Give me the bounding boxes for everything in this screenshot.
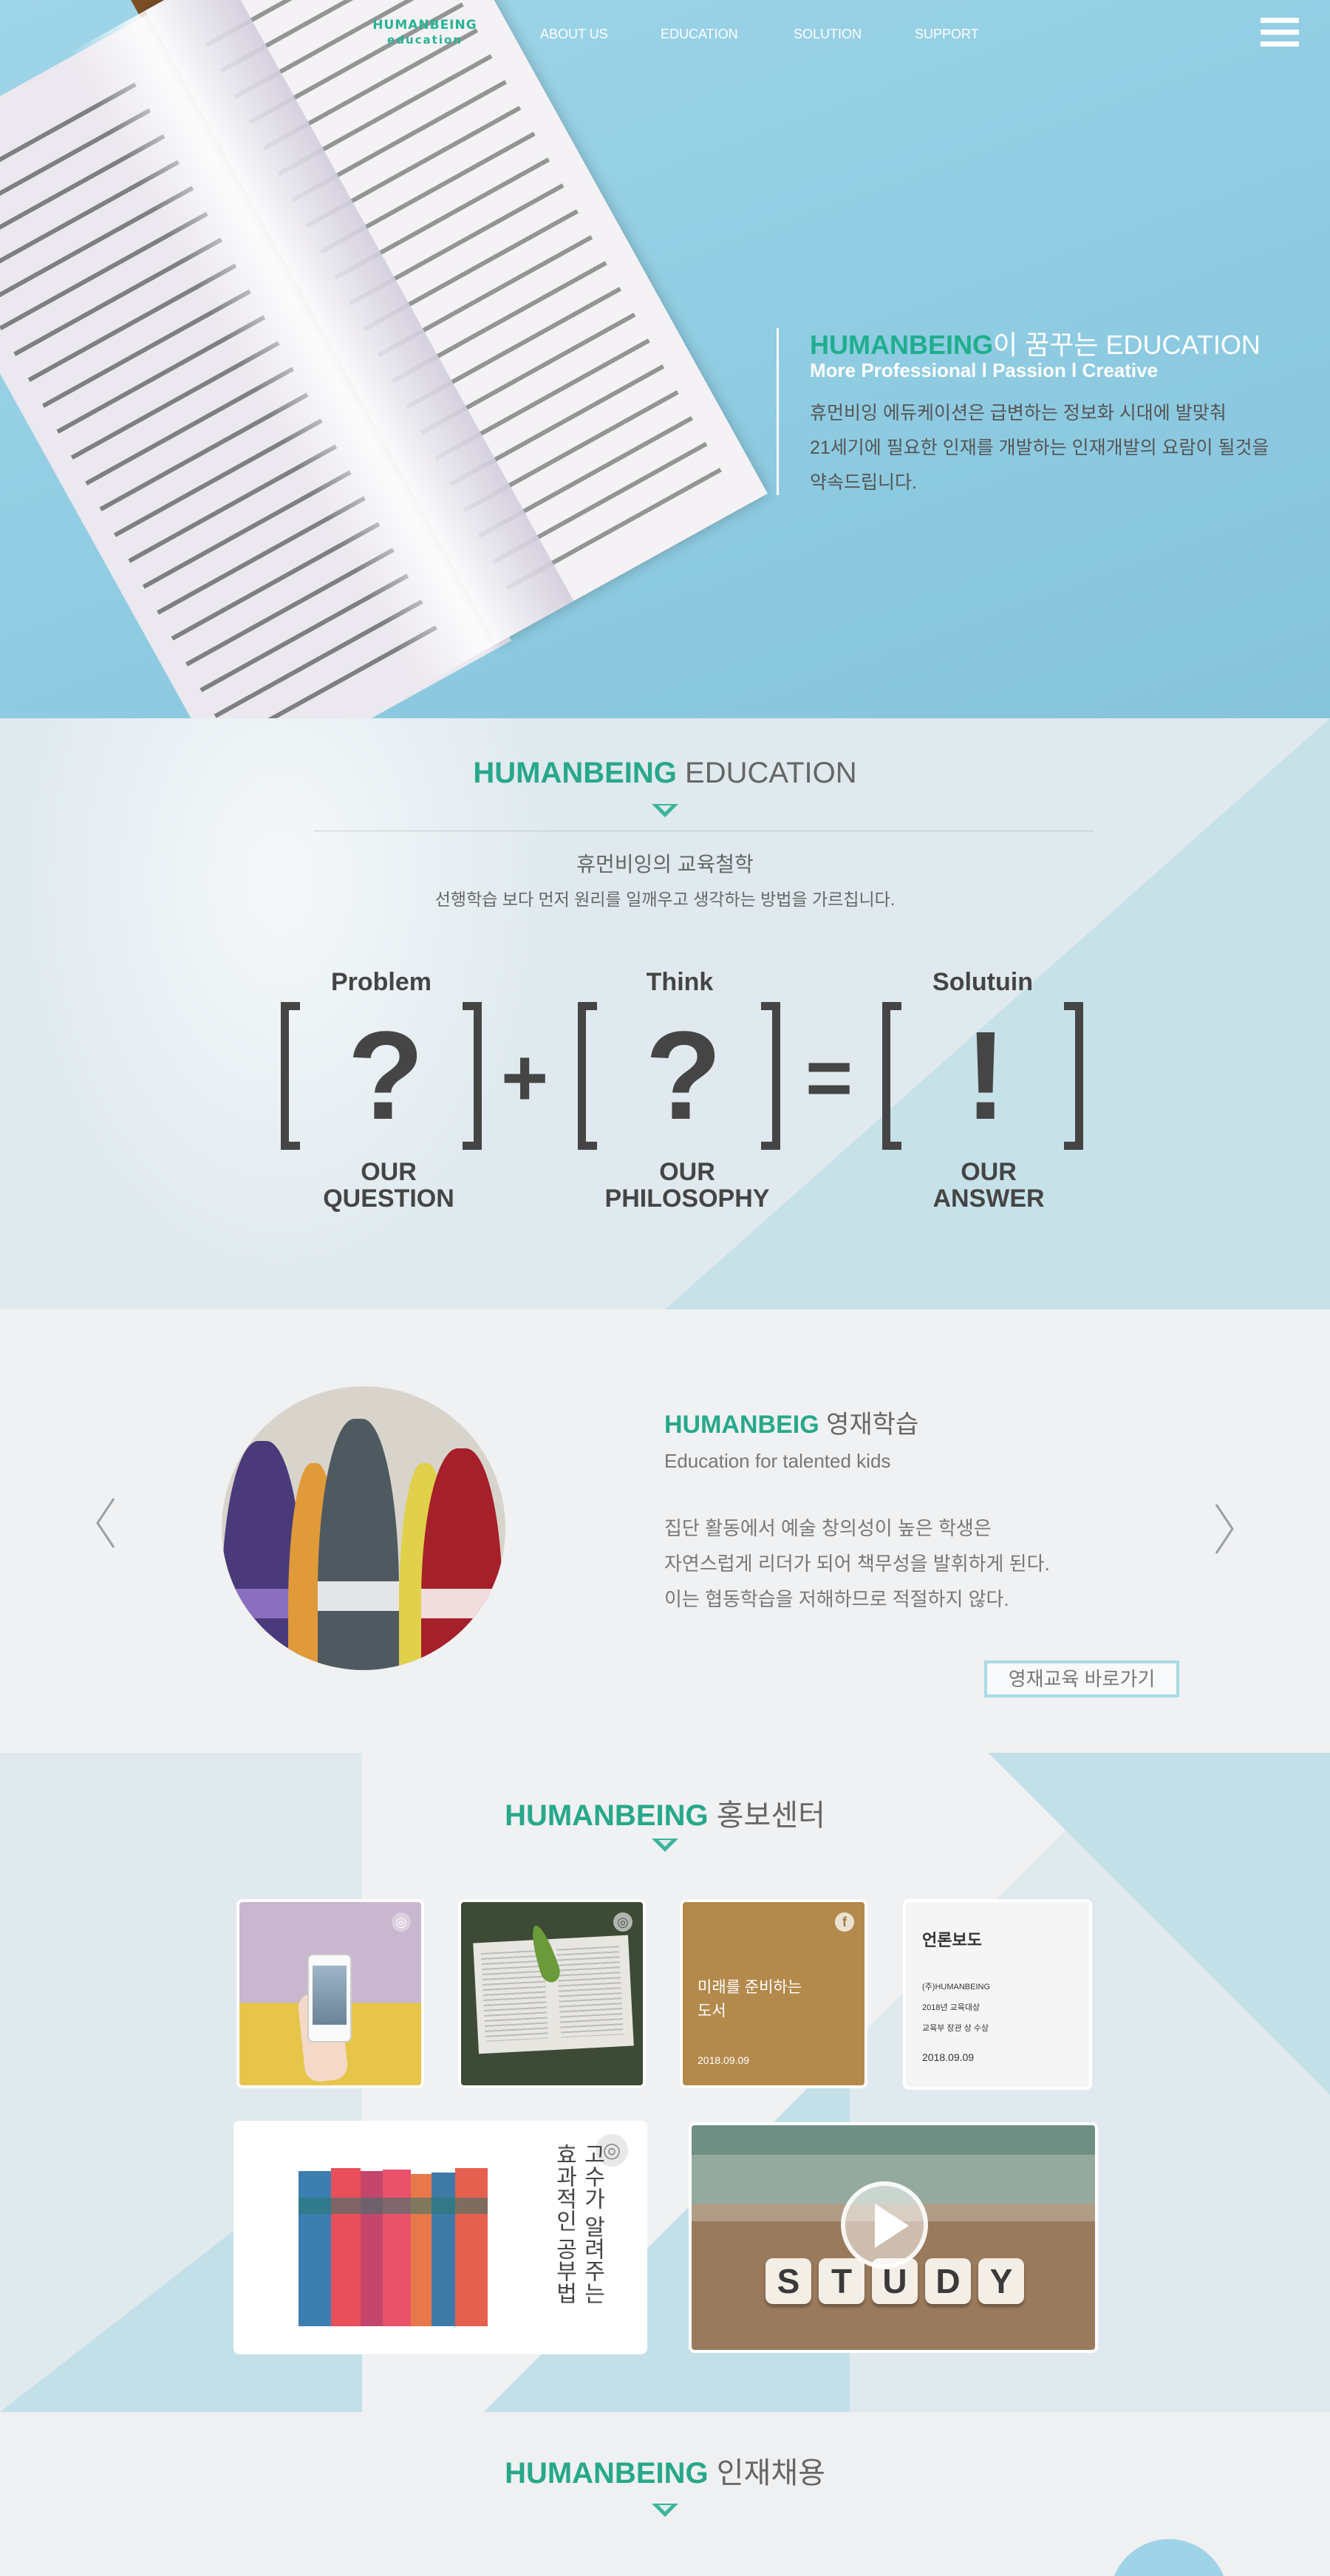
caption-line: ANSWER <box>932 1185 1045 1213</box>
play-icon[interactable] <box>841 2181 928 2269</box>
problem-label: Problem <box>330 968 432 996</box>
our-answer-caption: OUR ANSWER <box>878 1159 1099 1212</box>
recruit-title-accent: HUMANBEING <box>505 2457 709 2490</box>
press-line: 교육부 장관 상 수상 <box>922 2024 989 2033</box>
education-title-accent: HUMANBEING <box>473 757 677 789</box>
caption-line: QUESTION <box>323 1185 454 1213</box>
press-line: 2018년 교육대상 <box>922 2003 981 2012</box>
gifted-learning-section: HUMANBEIG 영재학습 Education for talented ki… <box>0 1309 1330 1753</box>
dice-letter: D <box>925 2258 971 2304</box>
phone-image <box>307 1954 352 2042</box>
pr-center-section: HUMANBEING 홍보센터 ◎ ◎ f 미래를 준비하는 도서 2018.0… <box>0 1753 1330 2412</box>
card-date: 2018.09.09 <box>698 2054 750 2066</box>
hamburger-menu-icon[interactable] <box>1261 18 1299 52</box>
press-date: 2018.09.09 <box>922 2051 975 2063</box>
pr-title: HUMANBEING 홍보센터 <box>0 1791 1330 1834</box>
caption-line: PHILOSOPHY <box>604 1185 770 1213</box>
hero-description: 휴먼비잉 에듀케이션은 급변하는 정보화 시대에 발맞춰 21세기에 필요한 인… <box>810 396 1312 500</box>
arrow-down-icon <box>652 2504 678 2517</box>
hero-divider <box>777 328 779 495</box>
dice-letter: Y <box>978 2258 1024 2304</box>
equal-operator: = <box>805 1032 853 1123</box>
philosophy-description: 선행학습 보다 먼저 원리를 일깨우고 생각하는 방법을 가르칩니다. <box>434 890 896 909</box>
gifted-title-accent: HUMANBEIG <box>664 1411 819 1439</box>
bracket-right <box>463 1002 482 1150</box>
gifted-education-button[interactable]: 영재교육 바로가기 <box>984 1660 1179 1697</box>
hero-desc-line: 21세기에 필요한 인재를 개발하는 인재개발의 요람이 될것을 <box>810 437 1269 458</box>
arrow-down-icon <box>652 804 678 817</box>
chevron-left-icon[interactable] <box>95 1497 117 1549</box>
facebook-card-book[interactable]: f 미래를 준비하는 도서 2018.09.09 <box>680 1899 867 2088</box>
bracket-right <box>1064 1002 1083 1150</box>
hero-desc-line: 약속드립니다. <box>810 472 917 493</box>
education-title: HUMANBEING EDUCATION <box>0 757 1330 790</box>
dice-letter: S <box>765 2258 811 2304</box>
dice-letter: T <box>819 2258 864 2304</box>
instagram-icon: ◎ <box>392 1912 411 1932</box>
caption-line: OUR <box>659 1158 715 1186</box>
arrow-down-icon <box>652 1839 678 1852</box>
instagram-card-book[interactable]: ◎ <box>458 1899 646 2088</box>
gifted-title: HUMANBEIG 영재학습 <box>664 1404 918 1440</box>
crayons-image <box>222 1386 505 1670</box>
education-title-rest: EDUCATION <box>676 757 857 789</box>
plus-operator: + <box>501 1032 549 1123</box>
open-book-image <box>0 0 821 718</box>
nav-education[interactable]: EDUCATION <box>661 27 738 42</box>
bracket-right <box>761 1002 780 1150</box>
gifted-description: 집단 활동에서 예술 창의성이 높은 학생은 자연스럽게 리더가 되어 책무성을… <box>664 1510 1181 1617</box>
hero-title-accent: HUMANBEING <box>810 330 993 360</box>
solution-label: Solutuin <box>932 968 1033 996</box>
nav-support[interactable]: SUPPORT <box>915 27 979 42</box>
pr-title-accent: HUMANBEING <box>505 1799 709 1832</box>
hero-desc-line: 휴먼비잉 에듀케이션은 급변하는 정보화 시대에 발맞춰 <box>810 403 1227 423</box>
card-text-line: 도서 <box>698 2003 726 2020</box>
gifted-desc-line: 자연스럽게 리더가 되어 책무성을 발휘하게 된다. <box>664 1553 1050 1575</box>
study-video-card[interactable]: S T U D Y <box>689 2122 1098 2353</box>
hero-title-rest: 이 꿈꾸는 EDUCATION <box>993 330 1261 360</box>
our-question-caption: OUR QUESTION <box>278 1159 499 1212</box>
our-philosophy-caption: OUR PHILOSOPHY <box>576 1159 798 1212</box>
recruit-section: HUMANBEING 인재채용 <box>0 2412 1330 2576</box>
press-line: (주)HUMANBEING <box>922 1983 991 1991</box>
hero-subtitle: More Professional l Passion l Creative <box>810 359 1159 381</box>
nav-solution[interactable]: SOLUTION <box>794 27 862 42</box>
gifted-desc-line: 이는 협동학습을 저해하므로 적절하지 않다. <box>664 1588 1009 1610</box>
card-text: 미래를 준비하는 도서 <box>698 1976 802 2023</box>
facebook-icon: f <box>835 1912 854 1932</box>
gifted-subtitle: Education for talented kids <box>664 1450 891 1472</box>
top-navigation: HUMANBEING education ABOUT US EDUCATION … <box>0 0 1330 68</box>
caption-line: OUR <box>361 1158 417 1186</box>
philosophy-title: 휴먼비잉의 교육철학 <box>576 853 754 876</box>
gifted-desc-line: 집단 활동에서 예술 창의성이 높은 학생은 <box>664 1517 992 1539</box>
hero-section: HUMANBEING education ABOUT US EDUCATION … <box>0 0 1330 718</box>
instagram-card-phone[interactable]: ◎ <box>236 1899 424 2088</box>
gifted-title-rest: 영재학습 <box>819 1411 919 1439</box>
books-text-line2: 효과적인 공부법 <box>552 2143 576 2305</box>
books-text-line1: 고수가 알려주는 <box>580 2143 604 2305</box>
chevron-right-icon[interactable] <box>1213 1503 1235 1555</box>
recruit-title: HUMANBEING 인재채용 <box>0 2449 1330 2492</box>
logo[interactable]: HUMANBEING education <box>369 18 480 47</box>
press-title: 언론보도 <box>922 1931 982 1949</box>
instagram-icon: ◎ <box>613 1912 632 1932</box>
hero-title: HUMANBEING이 꿈꾸는 EDUCATION <box>810 324 1261 362</box>
card-text-line: 미래를 준비하는 <box>698 1979 802 1996</box>
think-label: Think <box>646 968 714 996</box>
books-card[interactable]: ◎ 효과적인 공부법 고수가 알려주는 <box>233 2121 647 2354</box>
pr-title-rest: 홍보센터 <box>708 1799 825 1832</box>
exclamation-glyph: ! <box>964 1006 1007 1146</box>
recruit-title-rest: 인재채용 <box>708 2457 825 2490</box>
logo-line2: education <box>387 33 463 47</box>
education-section: HUMANBEING EDUCATION 휴먼비잉의 교육철학 선행학습 보다 … <box>0 718 1330 1309</box>
nav-about-us[interactable]: ABOUT US <box>540 27 608 42</box>
press-card[interactable]: 언론보도 (주)HUMANBEING 2018년 교육대상 교육부 장관 상 수… <box>903 1899 1092 2090</box>
caption-line: OUR <box>961 1158 1017 1186</box>
floating-circle-button[interactable] <box>1110 2539 1228 2576</box>
logo-line1: HUMANBEING <box>372 18 477 33</box>
